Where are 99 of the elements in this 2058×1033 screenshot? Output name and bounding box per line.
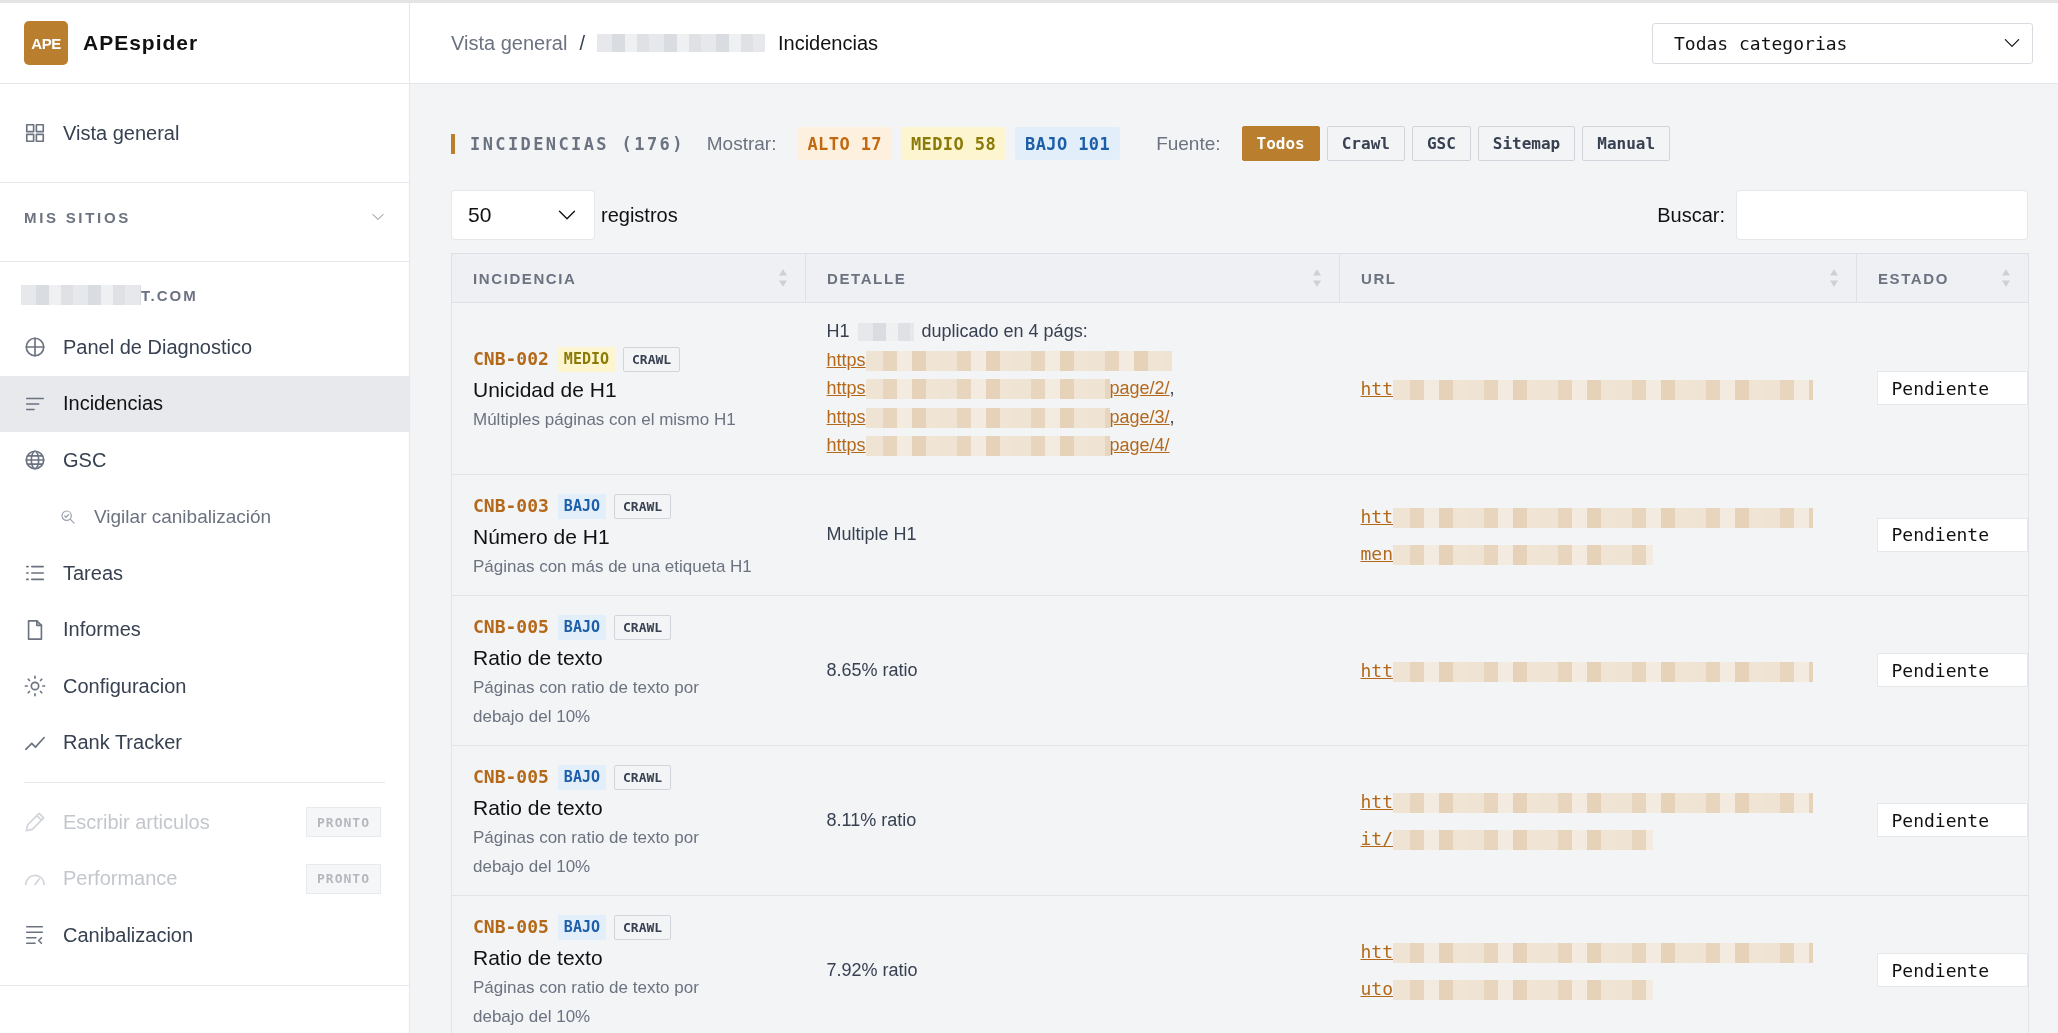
issue-title: Ratio de texto xyxy=(473,795,603,819)
redaction-block xyxy=(857,323,914,342)
issue-code: CNB-005 xyxy=(473,915,549,937)
status-select[interactable]: Pendiente xyxy=(1876,803,2028,837)
detail-text: 8.11% ratio xyxy=(826,809,917,830)
issue-code: CNB-003 xyxy=(473,494,549,516)
search-field[interactable] xyxy=(1736,190,2028,240)
severity-filter[interactable]: MEDIO 58 xyxy=(900,127,1007,160)
severity-filter[interactable]: ALTO 17 xyxy=(797,127,892,160)
url-link[interactable]: https xyxy=(826,349,1172,370)
pencil-icon xyxy=(24,811,46,834)
issue-description: Páginas con ratio de texto por debajo del 10% xyxy=(473,827,699,876)
issue-code: CNB-002 xyxy=(473,348,549,370)
accent-bar xyxy=(451,133,455,154)
severity-tag: MEDIO xyxy=(557,347,615,373)
url-link[interactable]: htt men xyxy=(1360,497,1813,572)
severity-tag: BAJO xyxy=(557,493,606,519)
category-select[interactable]: Todas categorias xyxy=(1652,22,2033,64)
breadcrumb-link[interactable]: Vista general xyxy=(451,31,568,55)
severity-tag: BAJO xyxy=(557,614,606,640)
soon-tag: PRONTO xyxy=(306,807,381,838)
nav-item[interactable]: Rank Tracker xyxy=(0,714,409,771)
status-select[interactable]: Pendiente xyxy=(1876,653,2028,687)
issue-description: Páginas con ratio de texto por debajo del 10% xyxy=(473,677,699,726)
soon-tag: PRONTO xyxy=(306,863,381,894)
nav-item[interactable]: GSC xyxy=(0,432,409,489)
nav-item[interactable]: Canibalizacion xyxy=(0,907,409,964)
filter-label: Fuente: xyxy=(1156,132,1221,155)
page-size-select[interactable]: 50 xyxy=(451,190,595,240)
sun-icon xyxy=(24,675,46,698)
grid-icon xyxy=(24,122,46,144)
url-link[interactable]: https page/2/ xyxy=(826,378,1170,398)
source-filter[interactable]: Crawl xyxy=(1326,126,1405,161)
section-toggle[interactable]: MIS SITIOS xyxy=(0,183,409,261)
issue-description: Páginas con ratio de texto por debajo del 10% xyxy=(473,977,699,1026)
nav-item[interactable]: Informes xyxy=(0,601,409,658)
severity-tag: BAJO xyxy=(557,764,606,790)
nav-item[interactable]: Incidencias xyxy=(0,375,409,432)
source-tag: CRAWL xyxy=(614,914,672,940)
url-link[interactable]: https page/4/ xyxy=(826,435,1170,455)
source-tag: CRAWL xyxy=(614,764,672,790)
source-filter[interactable]: GSC xyxy=(1411,126,1471,161)
detail-text: duplicado en 4 págs: xyxy=(921,321,1088,341)
breadcrumb-current: Incidencias xyxy=(777,31,878,55)
section-title: INCIDENCIAS (176) xyxy=(470,133,685,154)
nav-item[interactable]: Vista general xyxy=(0,105,409,161)
source-tag: CRAWL xyxy=(623,347,681,373)
link-separator: , xyxy=(1169,378,1175,398)
column-header[interactable]: INCIDENCIA xyxy=(452,254,805,302)
sort-icon xyxy=(1830,269,1838,287)
status-select[interactable]: Pendiente xyxy=(1876,371,2028,406)
issue-description: Múltiples páginas con el mismo H1 xyxy=(473,410,736,430)
nav-item[interactable]: Tareas xyxy=(0,545,409,602)
column-header[interactable]: DETALLE xyxy=(806,254,1339,302)
link-separator: , xyxy=(1169,406,1175,427)
issue-description: Páginas con más de una etiqueta H1 xyxy=(473,556,752,576)
url-link[interactable]: htt it/ xyxy=(1360,783,1813,857)
issue-title: Unicidad de H1 xyxy=(473,378,617,402)
crosshair-icon xyxy=(24,336,46,359)
source-tag: CRAWL xyxy=(614,614,672,640)
nav-item[interactable]: Panel de Diagnostico xyxy=(0,319,409,376)
source-filter[interactable]: Sitemap xyxy=(1477,126,1576,161)
search-label: Buscar: xyxy=(1657,203,1725,227)
severity-filter[interactable]: BAJO 101 xyxy=(1015,127,1121,160)
detail-label: H1 xyxy=(826,321,850,341)
issue-code: CNB-005 xyxy=(473,615,549,637)
brand-name: APEspider xyxy=(83,31,199,55)
status-select[interactable]: Pendiente xyxy=(1876,517,2028,552)
sort-icon xyxy=(2002,269,2010,287)
source-filter[interactable]: Todos xyxy=(1241,126,1320,161)
site-name: T.COM xyxy=(141,286,198,304)
brand-logo: APE xyxy=(24,21,68,65)
nav-subitem[interactable]: Vigilar canibalización xyxy=(0,488,409,545)
status-select[interactable]: Pendiente xyxy=(1876,953,2028,987)
list-arrow-icon xyxy=(24,924,46,947)
filter-label: Mostrar: xyxy=(706,132,777,155)
issue-title: Ratio de texto xyxy=(473,945,603,969)
source-filter[interactable]: Manual xyxy=(1582,126,1671,161)
detail-text: 8.65% ratio xyxy=(826,659,918,680)
url-link[interactable]: https page/3/ xyxy=(826,406,1170,427)
breadcrumb-separator: / xyxy=(579,31,585,55)
nav-item[interactable]: Configuracion xyxy=(0,658,409,715)
sort-icon xyxy=(1313,269,1321,287)
sort-icon xyxy=(779,269,787,287)
url-link[interactable]: htt xyxy=(1360,369,1813,407)
column-header[interactable]: ESTADO xyxy=(1857,254,2028,302)
detail-text: Multiple H1 xyxy=(826,524,917,545)
severity-tag: BAJO xyxy=(557,914,606,940)
issue-title: Número de H1 xyxy=(473,524,610,548)
issue-title: Ratio de texto xyxy=(473,645,603,669)
globe-icon xyxy=(24,449,46,472)
column-header[interactable]: URL xyxy=(1340,254,1856,302)
url-link[interactable]: htt uto xyxy=(1360,933,1813,1007)
detail-text: 7.92% ratio xyxy=(826,959,918,980)
issue-code: CNB-005 xyxy=(473,765,549,787)
page-size-label: registros xyxy=(601,203,678,227)
url-link[interactable]: htt xyxy=(1360,651,1813,689)
magnifier-check-icon xyxy=(60,508,76,525)
source-tag: CRAWL xyxy=(614,493,672,519)
